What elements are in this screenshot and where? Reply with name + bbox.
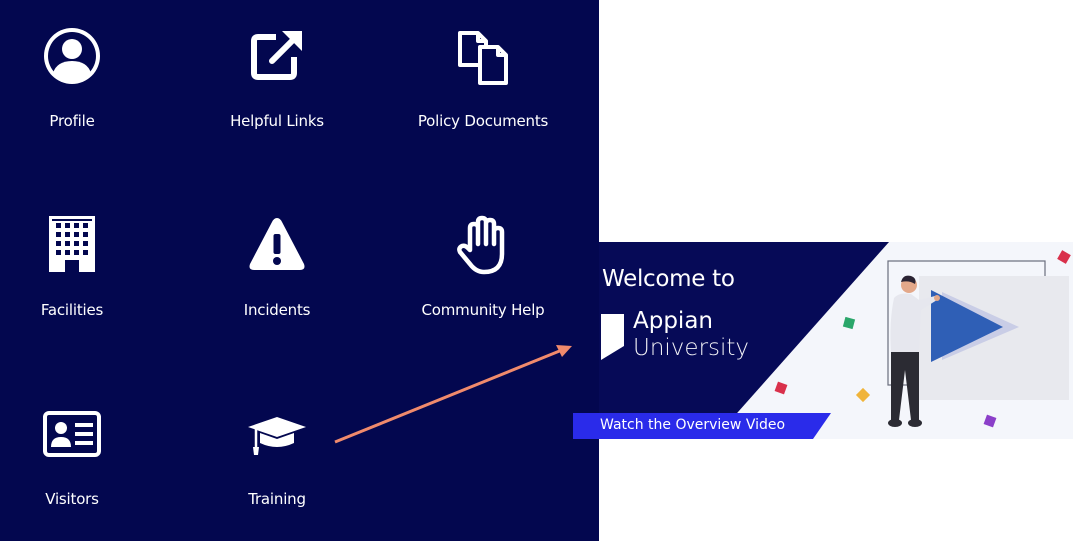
tile-profile[interactable]: Profile [0, 24, 152, 144]
tile-label: Community Help [421, 301, 545, 319]
warning-icon [245, 213, 309, 277]
tile-label: Profile [49, 112, 95, 130]
tile-label: Helpful Links [230, 112, 324, 130]
tile-visitors[interactable]: Visitors [0, 402, 152, 522]
app-launcher-panel: Profile Helpful Links Policy Documents F… [0, 0, 599, 541]
tile-label: Facilities [40, 301, 104, 319]
building-icon [40, 213, 104, 277]
documents-icon [451, 24, 515, 88]
tile-policy-documents[interactable]: Policy Documents [403, 24, 563, 144]
tile-label: Policy Documents [417, 112, 549, 130]
brand-subname: University [633, 335, 750, 361]
tile-training[interactable]: Training [197, 402, 357, 522]
banner-welcome-text: Welcome to [602, 266, 735, 292]
tile-label: Incidents [243, 301, 311, 319]
external-link-icon [245, 24, 309, 88]
tile-label: Visitors [45, 490, 99, 508]
watch-overview-video-button[interactable]: Watch the Overview Video [573, 413, 831, 439]
hand-icon [451, 213, 515, 277]
user-circle-icon [40, 24, 104, 88]
button-label: Watch the Overview Video [600, 417, 786, 433]
brand-name: Appian [633, 308, 713, 334]
tile-label: Training [248, 490, 306, 508]
tile-incidents[interactable]: Incidents [197, 213, 357, 333]
tile-community-help[interactable]: Community Help [403, 213, 563, 333]
id-card-icon [40, 402, 104, 466]
tile-helpful-links[interactable]: Helpful Links [197, 24, 357, 144]
overview-video-banner[interactable]: Welcome to Appian University [599, 242, 1073, 439]
graduation-cap-icon [245, 402, 309, 466]
tile-facilities[interactable]: Facilities [0, 213, 152, 333]
